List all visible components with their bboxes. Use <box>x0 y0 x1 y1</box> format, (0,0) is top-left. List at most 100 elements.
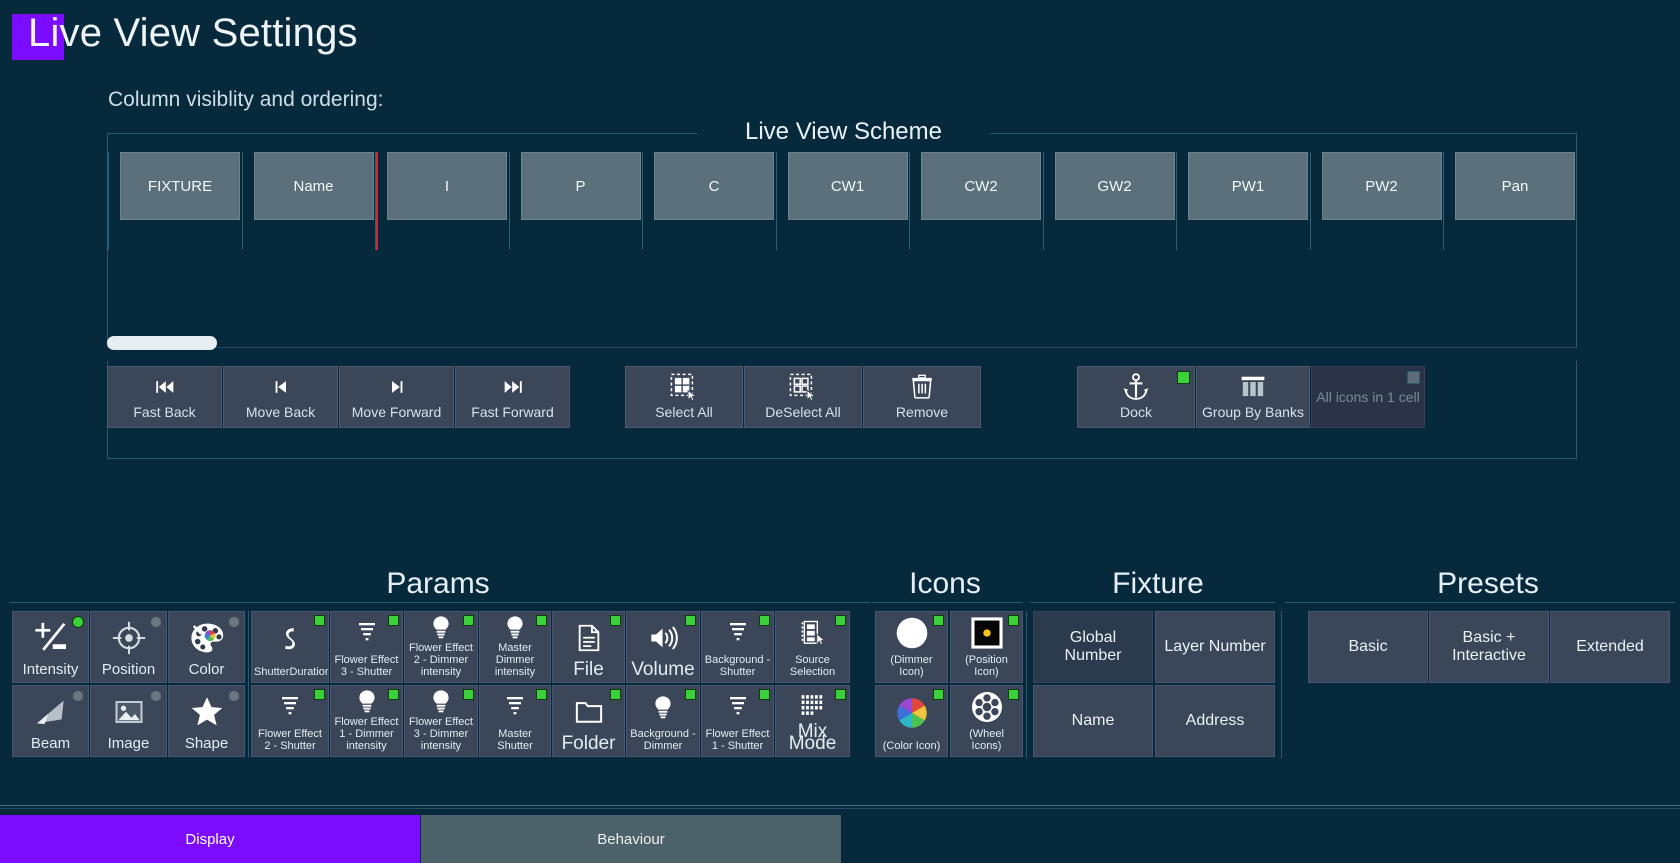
tile-checkbox[interactable] <box>150 690 162 702</box>
toolbar-button-checkbox[interactable] <box>1177 371 1190 384</box>
horizontal-scrollbar-track[interactable] <box>107 336 1577 361</box>
toolbar-button-move-forward[interactable]: Move Forward <box>339 366 454 428</box>
column-slot: I <box>375 152 527 352</box>
param-tile-position[interactable]: Position <box>90 611 167 683</box>
param-tile-color[interactable]: Color <box>168 611 245 683</box>
column-header[interactable]: Pan <box>1455 152 1575 220</box>
tile-checkbox[interactable] <box>388 615 399 626</box>
param-list-tile[interactable]: Flower Effect 3 - Dimmer intensity <box>404 685 478 757</box>
tile-checkbox[interactable] <box>463 615 474 626</box>
icon-tile[interactable]: (Position Icon) <box>950 611 1023 683</box>
column-divider <box>1309 152 1311 250</box>
column-header[interactable]: P <box>520 152 641 220</box>
tile-checkbox[interactable] <box>933 689 944 700</box>
column-drop-indicator <box>376 152 378 250</box>
tile-checkbox[interactable] <box>685 615 696 626</box>
fixture-tile[interactable]: Address <box>1155 685 1275 757</box>
param-list-tile[interactable]: Folder <box>552 685 625 757</box>
horizontal-scrollbar-thumb[interactable] <box>107 336 217 350</box>
column-header[interactable]: I <box>387 152 507 220</box>
tile-checkbox[interactable] <box>536 689 547 700</box>
tile-checkbox[interactable] <box>835 689 846 700</box>
tab-display[interactable]: Display <box>0 815 420 863</box>
tile-label: Volume <box>631 659 695 680</box>
column-header[interactable]: PW1 <box>1188 152 1308 220</box>
fixture-tile[interactable]: Layer Number <box>1155 611 1275 683</box>
tile-checkbox[interactable] <box>759 689 770 700</box>
param-list-tile[interactable]: Background - Dimmer <box>626 685 700 757</box>
fixture-tile[interactable]: Name <box>1033 685 1153 757</box>
tile-checkbox[interactable] <box>536 615 547 626</box>
preset-tile[interactable]: Basic <box>1308 611 1428 683</box>
param-list-tile[interactable]: Mix Mode <box>775 685 850 757</box>
column-list[interactable]: FIXTURE Name I P C CW1 CW2 GW2 PW1 PW2 Pan <box>108 152 1576 352</box>
param-list-tile[interactable]: Flower Effect 2 - Shutter <box>251 685 329 757</box>
param-tile-shape[interactable]: Shape <box>168 685 245 757</box>
toolbar-button-select-all[interactable]: Select All <box>625 366 743 428</box>
group-title: Params <box>386 567 490 600</box>
tile-checkbox[interactable] <box>314 689 325 700</box>
param-list-tile[interactable]: Background - Shutter <box>701 611 774 683</box>
icon-tile[interactable]: (Wheel Icons) <box>950 685 1023 757</box>
toolbar-button-remove[interactable]: Remove <box>863 366 981 428</box>
move-back-icon <box>266 374 296 400</box>
param-list-tile[interactable]: Volume <box>626 611 700 683</box>
param-tile-beam[interactable]: Beam <box>12 685 89 757</box>
column-header[interactable]: CW2 <box>921 152 1041 220</box>
tile-checkbox[interactable] <box>314 615 325 626</box>
param-list-tile[interactable]: Source Selection <box>775 611 850 683</box>
param-tile-image[interactable]: Image <box>90 685 167 757</box>
toolbar-button-move-back[interactable]: Move Back <box>223 366 338 428</box>
tile-checkbox[interactable] <box>463 689 474 700</box>
param-list-tile[interactable]: Master Shutter <box>479 685 551 757</box>
icon-tile[interactable]: (Color Icon) <box>875 685 948 757</box>
tile-checkbox[interactable] <box>835 615 846 626</box>
toolbar-button-deselect-all[interactable]: DeSelect All <box>744 366 862 428</box>
tile-checkbox[interactable] <box>388 689 399 700</box>
column-header[interactable]: GW2 <box>1054 152 1175 220</box>
toolbar-button-group-by-banks[interactable]: Group By Banks <box>1196 366 1310 428</box>
preset-tile[interactable]: Basic + Interactive <box>1429 611 1549 683</box>
tile-checkbox[interactable] <box>610 615 621 626</box>
param-list-tile[interactable]: File <box>552 611 625 683</box>
param-list-tile[interactable]: Flower Effect 3 - Shutter <box>330 611 403 683</box>
tab-behaviour[interactable]: Behaviour <box>421 815 841 863</box>
column-divider <box>108 152 109 250</box>
tile-checkbox[interactable] <box>228 616 240 628</box>
tile-checkbox[interactable] <box>150 616 162 628</box>
toolbar-button-dock[interactable]: Dock <box>1077 366 1195 428</box>
toolbar-button-fast-back[interactable]: Fast Back <box>107 366 222 428</box>
column-header[interactable]: PW2 <box>1321 152 1442 220</box>
column-header[interactable]: FIXTURE <box>120 152 240 220</box>
column-slot: CW1 <box>775 152 928 352</box>
column-header[interactable]: C <box>654 152 774 220</box>
preset-tile[interactable]: Extended <box>1550 611 1670 683</box>
group-separator <box>1026 611 1027 758</box>
column-slot: Pan <box>1443 152 1576 352</box>
move-forward-icon <box>382 374 412 400</box>
param-list-tile[interactable]: Master Dimmer intensity <box>479 611 551 683</box>
toolbar-button-fast-forward[interactable]: Fast Forward <box>455 366 570 428</box>
column-header[interactable]: CW1 <box>787 152 908 220</box>
tile-label: Mix Mode <box>788 721 837 754</box>
tile-checkbox[interactable] <box>685 689 696 700</box>
tile-checkbox[interactable] <box>1008 615 1019 626</box>
icon-tile[interactable]: (Dimmer Icon) <box>875 611 948 683</box>
toolbar-button-label: Dock <box>1120 404 1152 420</box>
column-header[interactable]: Name <box>253 152 374 220</box>
tile-checkbox[interactable] <box>1008 689 1019 700</box>
toolbar-button-label: Group By Banks <box>1202 404 1304 420</box>
tile-checkbox[interactable] <box>933 615 944 626</box>
tile-checkbox[interactable] <box>72 616 84 628</box>
param-list-tile[interactable]: Flower Effect 2 - Dimmer intensity <box>404 611 478 683</box>
param-list-tile[interactable]: Flower Effect 1 - Dimmer intensity <box>330 685 403 757</box>
tile-label: Intensity <box>22 661 79 678</box>
param-tile-intensity[interactable]: Intensity <box>12 611 89 683</box>
tile-checkbox[interactable] <box>610 689 621 700</box>
param-list-tile[interactable]: Flower Effect 1 - Shutter <box>701 685 774 757</box>
tile-checkbox[interactable] <box>72 690 84 702</box>
tile-checkbox[interactable] <box>228 690 240 702</box>
tile-checkbox[interactable] <box>759 615 770 626</box>
toolbar-button-all-icons-in-1-cell: All icons in 1 cell <box>1311 366 1425 428</box>
param-list-tile[interactable]: ShutterDuration <box>251 611 329 683</box>
